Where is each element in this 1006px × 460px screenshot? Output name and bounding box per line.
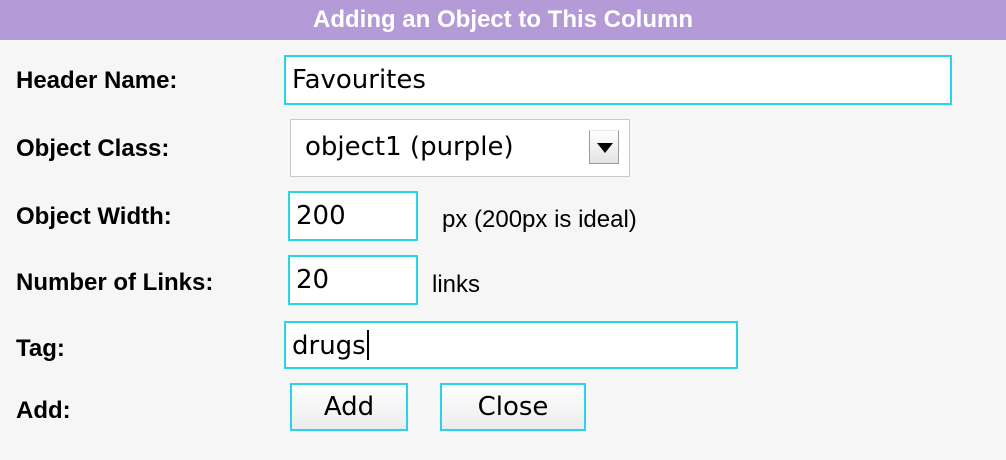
close-button[interactable]: Close <box>440 383 586 431</box>
object-class-selected: object1 (purple) <box>305 132 514 162</box>
number-of-links-input[interactable]: 20 <box>288 255 418 305</box>
object-width-value: 200 <box>296 201 346 231</box>
object-width-input[interactable]: 200 <box>288 191 418 241</box>
tag-value: drugs <box>292 331 366 361</box>
number-of-links-unit: links <box>432 271 481 298</box>
object-width-label: Object Width: <box>16 203 172 230</box>
header-name-value: Favourites <box>292 65 426 95</box>
object-class-select[interactable]: object1 (purple) <box>290 119 630 177</box>
number-of-links-value: 20 <box>296 265 330 295</box>
object-width-hint: px (200px is ideal) <box>442 206 637 233</box>
text-caret <box>366 330 369 360</box>
add-label: Add: <box>16 397 71 424</box>
panel-title: Adding an Object to This Column <box>0 0 1006 40</box>
chevron-down-icon[interactable] <box>589 130 619 164</box>
object-class-label: Object Class: <box>16 135 170 162</box>
header-name-input[interactable]: Favourites <box>284 55 952 105</box>
tag-label: Tag: <box>16 335 65 362</box>
header-name-label: Header Name: <box>16 67 178 94</box>
number-of-links-label: Number of Links: <box>16 269 214 296</box>
add-button[interactable]: Add <box>290 383 408 431</box>
add-object-panel: Adding an Object to This Column Header N… <box>0 0 1006 460</box>
tag-input[interactable]: drugs <box>284 321 738 369</box>
